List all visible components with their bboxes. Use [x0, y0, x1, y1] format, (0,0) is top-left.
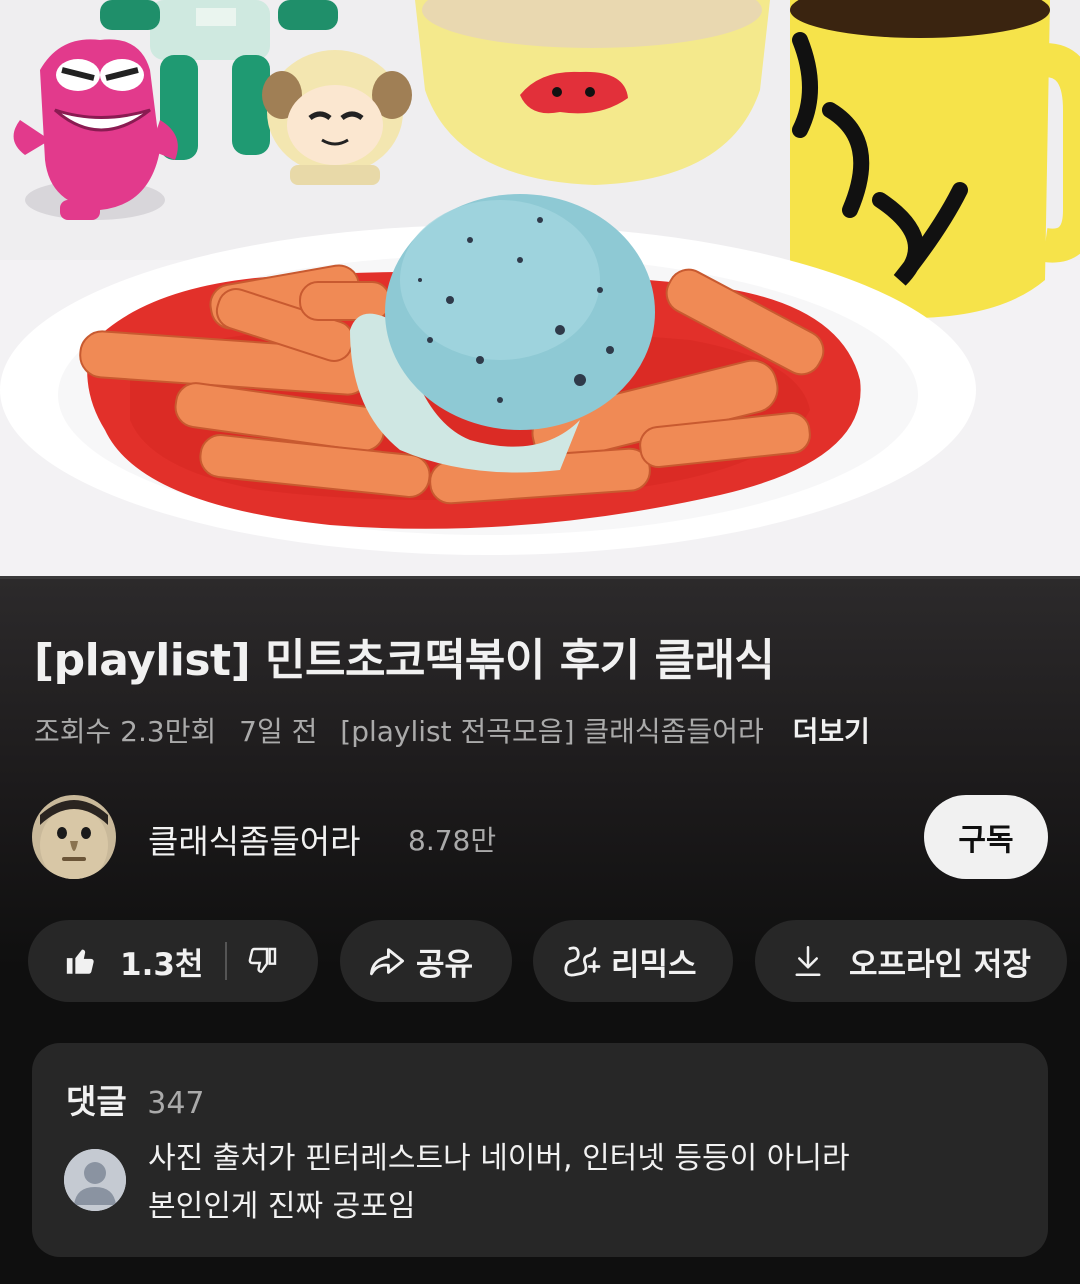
- thumbs-up-icon: [66, 949, 94, 974]
- video-metadata[interactable]: 조회수 2.3만회 7일 전 [playlist 전곡모음] 클래식좀들어라 더…: [34, 710, 884, 750]
- commenter-avatar: [64, 1149, 126, 1211]
- channel-avatar[interactable]: [32, 795, 116, 879]
- dislike-button[interactable]: [247, 945, 279, 977]
- comments-card[interactable]: 댓글 347 사진 출처가 핀터레스트나 네이버, 인터넷 등등이 아니라 본인…: [32, 1043, 1048, 1257]
- remix-icon: [564, 946, 601, 977]
- top-comment-text: 사진 출처가 핀터레스트나 네이버, 인터넷 등등이 아니라 본인인게 진짜 공…: [148, 1135, 1008, 1231]
- thumbs-down-icon: [249, 947, 277, 973]
- remix-button[interactable]: 리믹스: [533, 920, 733, 1002]
- comments-count: 347: [147, 1086, 205, 1121]
- remix-label: 리믹스: [611, 946, 697, 983]
- top-comment-line: 사진 출처가 핀터레스트나 네이버, 인터넷 등등이 아니라: [148, 1141, 850, 1176]
- playlist-tag: [playlist 전곡모음] 클래식좀들어라: [340, 715, 764, 748]
- share-label: 공유: [416, 946, 474, 983]
- save-offline-button[interactable]: 오프라인 저장: [755, 920, 1067, 1002]
- comments-header: 댓글 347: [66, 1075, 205, 1123]
- video-player[interactable]: [0, 0, 1080, 578]
- channel-name[interactable]: 클래식좀들어라: [148, 815, 361, 863]
- share-button[interactable]: 공유: [340, 920, 512, 1002]
- action-bar: 1.3천 공유 리믹스 오프라인 저장: [28, 920, 1068, 1002]
- default-user-icon: [64, 1149, 126, 1211]
- like-button[interactable]: 1.3천: [64, 939, 203, 984]
- top-comment-line: 본인인게 진짜 공포임: [148, 1189, 416, 1224]
- like-divider: [225, 942, 228, 980]
- channel-row: 클래식좀들어라 8.78만 구독: [32, 795, 1048, 879]
- upload-age: 7일 전: [239, 715, 318, 748]
- comments-title: 댓글: [66, 1082, 127, 1121]
- save-offline-label: 오프라인 저장: [849, 946, 1031, 983]
- video-frame: [0, 0, 1080, 578]
- like-count: 1.3천: [120, 946, 204, 983]
- like-dislike-group: 1.3천: [28, 920, 318, 1002]
- download-icon: [795, 946, 821, 976]
- more-button[interactable]: 더보기: [793, 715, 870, 748]
- subscriber-count: 8.78만: [408, 824, 497, 857]
- share-icon: [369, 948, 404, 976]
- view-count: 조회수 2.3만회: [34, 715, 217, 748]
- subscribe-button[interactable]: 구독: [924, 795, 1048, 879]
- video-title[interactable]: [playlist] 민트초코떡볶이 후기 클래식: [34, 624, 775, 688]
